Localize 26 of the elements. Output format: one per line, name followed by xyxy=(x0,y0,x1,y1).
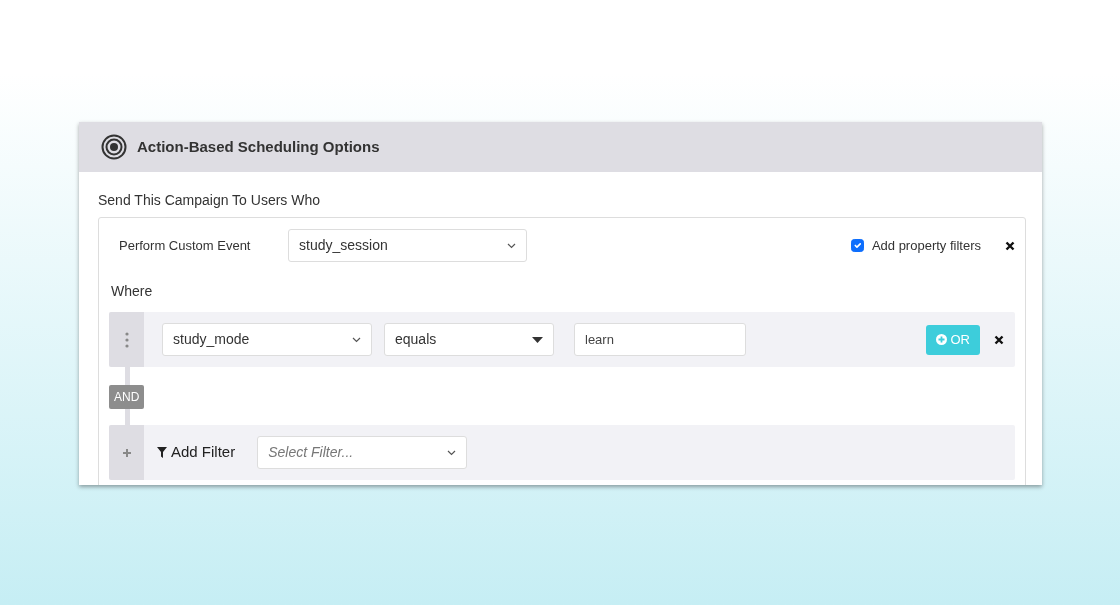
value-field[interactable]: learn xyxy=(574,323,746,356)
add-filter-label: Add Filter xyxy=(171,442,236,463)
drag-handle-icon[interactable] xyxy=(124,331,129,348)
event-label: Perform Custom Event xyxy=(118,236,252,255)
panel-title: Action-Based Scheduling Options xyxy=(137,138,380,156)
funnel-icon xyxy=(157,447,167,458)
chevron-icon xyxy=(352,336,361,343)
remove-button[interactable] xyxy=(1005,240,1015,251)
and-tag: AND xyxy=(109,385,145,409)
operator-dropdown[interactable]: equals xyxy=(384,323,554,356)
where-label: Where xyxy=(111,282,154,301)
event-dropdown[interactable]: study_session xyxy=(288,229,527,262)
chevron-icon xyxy=(507,242,516,249)
checkbox[interactable] xyxy=(850,239,864,252)
filter-dropdown[interactable]: Select Filter... xyxy=(257,436,468,469)
plus-circle-icon xyxy=(935,334,947,345)
chevron-icon xyxy=(447,449,457,456)
close-icon xyxy=(994,334,1004,345)
close-icon xyxy=(1005,240,1015,251)
plus-icon[interactable] xyxy=(122,448,131,457)
target-icon xyxy=(101,134,127,160)
section-title: Send This Campaign To Users Who xyxy=(98,191,322,210)
checkbox-label: Add property filters xyxy=(871,236,981,255)
property-dropdown[interactable]: study_mode xyxy=(162,323,372,356)
caret-icon xyxy=(532,336,543,343)
remove-button[interactable] xyxy=(994,334,1004,345)
